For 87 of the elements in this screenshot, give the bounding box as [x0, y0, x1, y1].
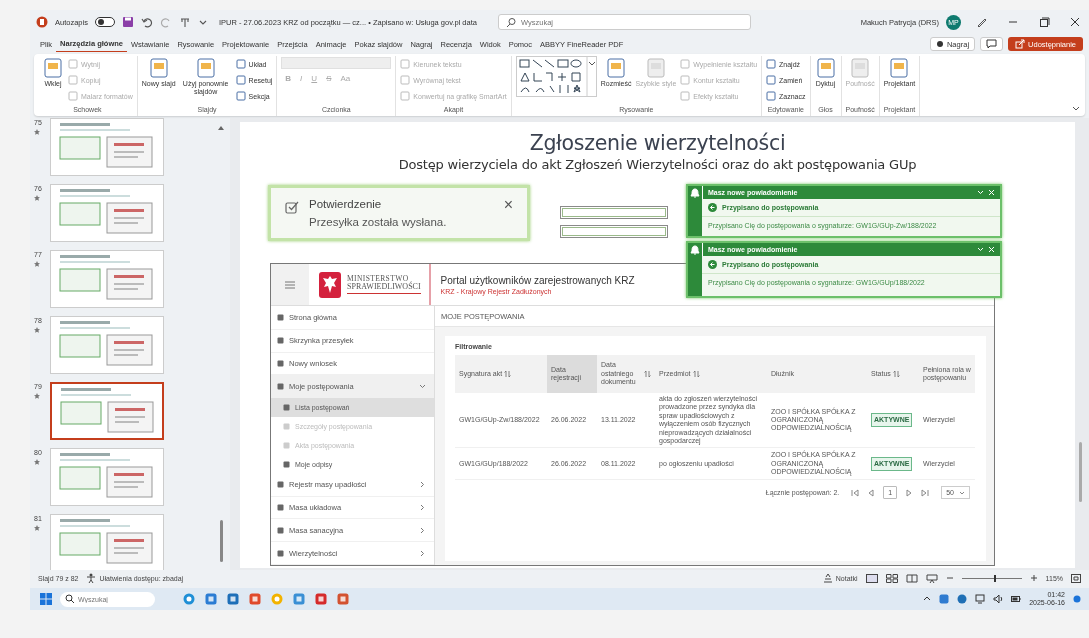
arrow-circle-icon — [708, 260, 717, 269]
monitor-icon[interactable] — [975, 594, 986, 604]
chevron-right-icon — [419, 526, 426, 534]
restore-icon[interactable] — [1038, 16, 1050, 28]
windows-start-icon[interactable] — [40, 593, 52, 605]
logo-text: SPRAWIEDLIWOŚCI — [347, 282, 421, 292]
battery-icon[interactable] — [1011, 594, 1022, 604]
autosave-toggle[interactable] — [94, 17, 115, 27]
cloud-sync-icon[interactable] — [957, 594, 968, 604]
zoom-out-icon[interactable] — [945, 574, 954, 582]
comment-icon — [986, 39, 998, 49]
vertical-scrollbar[interactable] — [1079, 442, 1082, 502]
sort-icon[interactable] — [644, 370, 651, 378]
pen-icon[interactable] — [976, 16, 988, 28]
first-page-icon[interactable] — [851, 488, 860, 497]
undo-icon[interactable] — [140, 16, 153, 28]
touch-mode-icon[interactable] — [178, 16, 191, 28]
star-icon — [34, 327, 40, 333]
speaker-icon[interactable] — [993, 594, 1004, 604]
sort-icon[interactable] — [892, 370, 900, 378]
redo-icon[interactable] — [159, 16, 172, 28]
star-icon — [34, 261, 40, 267]
sort-icon[interactable] — [692, 370, 700, 378]
app-tile-icon[interactable] — [205, 593, 217, 605]
bell-icon — [690, 245, 700, 255]
chevron-up-icon[interactable] — [923, 595, 932, 603]
book-view-icon[interactable] — [905, 573, 918, 583]
chevron-right-icon — [419, 503, 426, 511]
app-tile-icon[interactable] — [315, 593, 327, 605]
close-button[interactable]: × — [503, 198, 513, 212]
tray-app-icon[interactable] — [939, 594, 950, 604]
document-icon — [42, 57, 64, 79]
last-page-icon[interactable] — [921, 488, 930, 497]
star-icon — [34, 459, 40, 465]
document-icon — [194, 57, 217, 79]
app-tile-icon[interactable] — [337, 593, 349, 605]
scroll-up-icon[interactable] — [217, 124, 225, 132]
document-icon — [849, 57, 872, 79]
zoom-in-icon[interactable] — [1029, 574, 1038, 582]
star-icon — [34, 525, 40, 531]
sort-icon[interactable] — [504, 370, 512, 378]
share-icon — [1015, 39, 1026, 49]
notes-icon — [822, 573, 833, 583]
document-icon — [147, 57, 170, 79]
scrollbar-thumb[interactable] — [219, 520, 223, 562]
close-icon[interactable] — [1069, 16, 1081, 28]
slide-title: Zgłoszenie wierzytelności — [528, 131, 787, 155]
checkbox-icon — [285, 200, 299, 214]
chevron-down-icon[interactable] — [977, 189, 984, 196]
slide-subtitle: Dostęp wierzyciela do akt Zgłoszeń Wierzytelności oraz do akt postępowania GUp — [397, 157, 918, 172]
document-icon — [605, 57, 628, 79]
previous-page-icon[interactable] — [867, 488, 876, 497]
app-tile-icon[interactable] — [183, 593, 195, 605]
menu-icon — [285, 280, 295, 289]
toast-title: Potwierdzenie — [309, 198, 383, 210]
chevron-down-icon — [419, 382, 426, 390]
document-icon — [888, 57, 911, 79]
notification-dot-icon[interactable] — [1073, 595, 1081, 603]
grid-view-icon[interactable] — [885, 573, 898, 583]
chevron-right-icon — [419, 481, 426, 489]
app-logo-icon — [36, 16, 48, 28]
app-tile-icon[interactable] — [227, 593, 239, 605]
person-icon — [86, 573, 97, 583]
bell-icon — [690, 188, 700, 198]
document-icon — [814, 57, 837, 79]
app-tile-icon[interactable] — [249, 593, 261, 605]
chevron-right-icon — [419, 549, 426, 557]
portal-title: Portal użytkowników zarejestrowanych KRZ — [440, 274, 635, 286]
star-icon — [34, 129, 40, 135]
normal-view-icon[interactable] — [865, 573, 878, 583]
shapes-gallery-drawing[interactable] — [515, 56, 597, 97]
app-tile-icon[interactable] — [293, 593, 305, 605]
record-dot-icon — [935, 40, 944, 48]
star-icon — [34, 195, 40, 201]
next-page-icon[interactable] — [905, 488, 914, 497]
document-icon — [644, 57, 667, 79]
arrow-circle-icon — [708, 203, 717, 212]
caret-icon — [959, 489, 965, 496]
toast-message: Przesyłka została wysłana. — [309, 216, 448, 228]
save-icon[interactable] — [121, 16, 134, 28]
star-icon — [34, 393, 40, 399]
chevron-down-icon[interactable] — [977, 246, 984, 253]
fit-to-window-icon[interactable] — [1071, 573, 1081, 583]
presentation-icon[interactable] — [925, 573, 938, 583]
app-tile-icon[interactable] — [271, 593, 283, 605]
comments-button[interactable] — [980, 37, 1004, 51]
eagle-emblem-icon — [319, 271, 341, 298]
